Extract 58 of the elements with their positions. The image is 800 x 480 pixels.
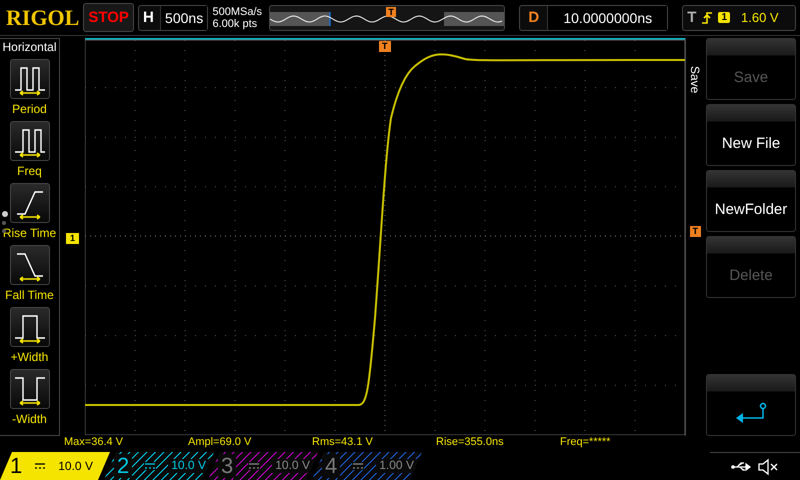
trigger-box[interactable]: T 1 1.60 V <box>682 4 796 30</box>
delay-box[interactable]: D 10.0000000ns <box>519 4 668 30</box>
delay-value: 10.0000000ns <box>547 6 668 30</box>
trigger-position-marker[interactable]: T <box>379 41 390 52</box>
timebase-label: H <box>142 9 155 26</box>
panel-title: Horizontal <box>2 40 57 54</box>
timebase-value: 500ns <box>160 6 208 30</box>
channel-scale: 10.0 V <box>58 459 93 473</box>
menu-title: Save <box>687 66 702 94</box>
measurement-reading: Ampl=69.0 V <box>188 436 252 450</box>
channel-tab[interactable]: 4 1.00 V <box>312 452 422 480</box>
measure-button[interactable]: Fall Time <box>0 245 72 302</box>
channel-number: 3 <box>218 454 236 478</box>
dc-coupling-icon <box>144 462 156 470</box>
trigger-source: 1 <box>718 12 730 23</box>
delay-label: D <box>527 9 540 26</box>
back-button[interactable] <box>706 374 796 436</box>
rising-edge-icon <box>701 10 714 24</box>
trigger-position-marker: T <box>386 6 396 16</box>
dc-coupling-icon <box>248 462 260 470</box>
measurement-reading: Freq=***** <box>560 436 612 450</box>
channel-number: 4 <box>322 454 340 478</box>
trigger-label: T <box>687 9 696 26</box>
waveform-icon <box>10 245 50 285</box>
softkey-button[interactable]: New File <box>706 104 796 166</box>
dc-coupling-icon <box>34 462 46 470</box>
measure-button[interactable]: Period <box>0 59 72 116</box>
waveform-icon <box>10 121 50 161</box>
waveform-icon <box>10 59 50 99</box>
waveform-icon <box>10 183 50 223</box>
channel-marker[interactable]: 1 <box>66 233 80 244</box>
measurement-reading: Rise=355.0ns <box>436 436 505 450</box>
waveform-icon <box>10 369 50 409</box>
measurement-reading: Rms=43.1 V <box>312 436 374 450</box>
sample-rate: 500MSa/s <box>212 6 264 18</box>
channel-scale: 10.0 V <box>272 459 313 473</box>
channel-number: 2 <box>114 454 132 478</box>
usb-icon <box>731 460 753 472</box>
mute-icon <box>757 458 779 476</box>
logo: RIGOL <box>6 4 80 30</box>
channel-tab[interactable]: 1 10.0 V <box>0 452 110 480</box>
softkey-button[interactable]: NewFolder <box>706 170 796 232</box>
channel-scale: 1.00 V <box>376 459 417 473</box>
channel-tab[interactable]: 3 10.0 V <box>208 452 318 480</box>
dc-coupling-icon <box>352 462 364 470</box>
waveform-icon <box>10 307 50 347</box>
channel-scale: 10.0 V <box>168 459 209 473</box>
trigger-level: 1.60 V <box>741 10 779 25</box>
run-state-indicator[interactable]: STOP <box>83 3 134 32</box>
channel-number: 1 <box>10 453 22 479</box>
channel-tab[interactable]: 2 10.0 V <box>104 452 214 480</box>
memory-depth: 6.00k pts <box>212 18 258 30</box>
measure-button[interactable]: -Width <box>0 369 72 426</box>
measurement-reading: Max=36.4 V <box>64 436 124 450</box>
timebase-box[interactable]: H 500ns <box>138 4 208 30</box>
measure-button[interactable]: Freq <box>0 121 72 178</box>
trigger-level-marker[interactable]: T <box>690 226 701 237</box>
measure-button[interactable]: +Width <box>0 307 72 364</box>
